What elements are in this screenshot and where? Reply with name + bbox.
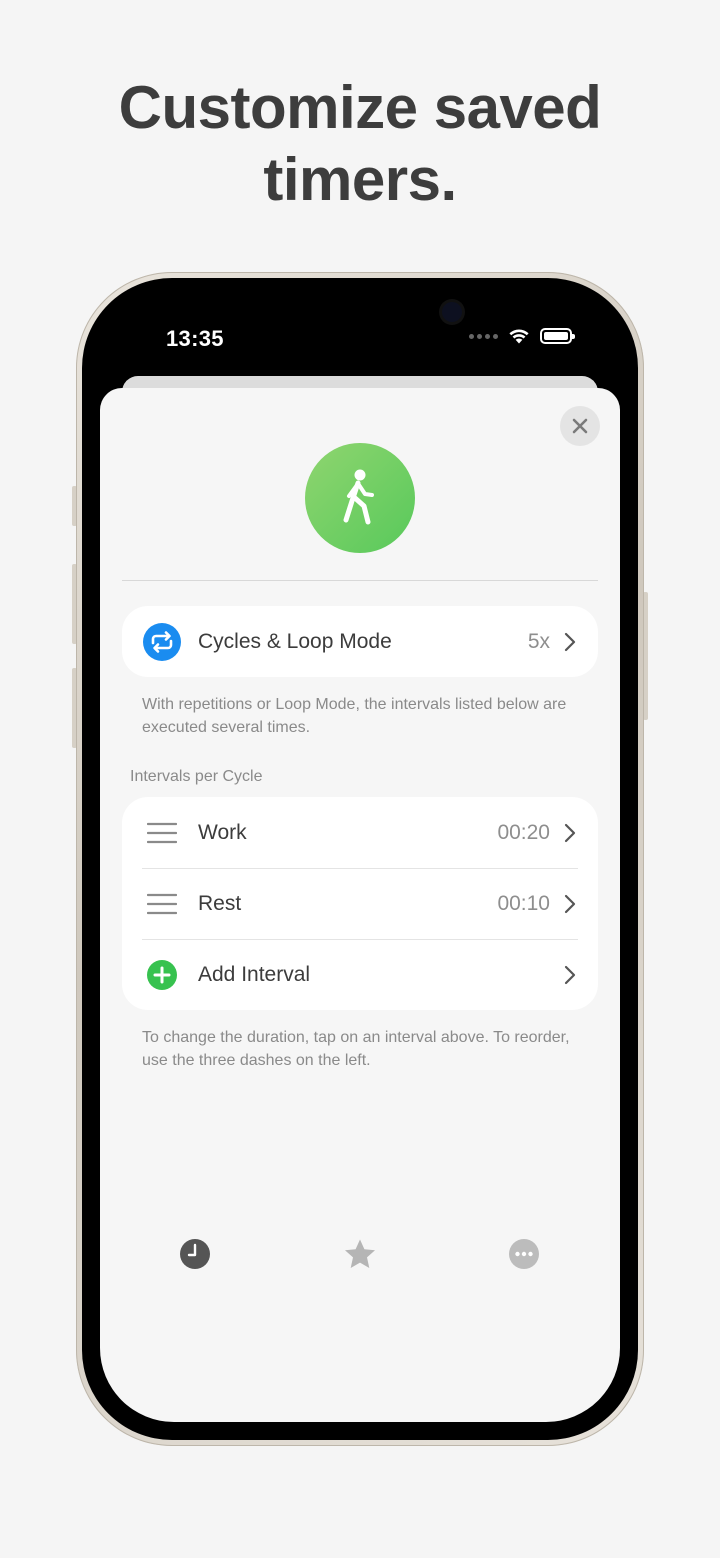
repeat-icon bbox=[143, 622, 181, 661]
cellular-signal-icon bbox=[469, 333, 498, 339]
chevron-right-icon bbox=[564, 823, 578, 843]
timer-icon-button[interactable] bbox=[305, 443, 415, 553]
front-camera bbox=[442, 302, 462, 322]
cycles-value: 5x bbox=[527, 629, 550, 653]
cycles-label: Cycles & Loop Mode bbox=[198, 629, 392, 653]
phone-screen: 13:35 Cycles & Loop Mode 5x With repetit… bbox=[100, 296, 620, 1422]
repeat-icon-badge bbox=[142, 622, 182, 662]
tab-favorites[interactable] bbox=[340, 1234, 380, 1274]
more-icon bbox=[509, 1239, 539, 1269]
tab-timers[interactable] bbox=[175, 1234, 215, 1274]
headline: Customize saved timers. bbox=[0, 72, 720, 216]
interval-row-rest[interactable]: Rest 00:10 bbox=[122, 868, 598, 939]
add-interval-row[interactable]: Add Interval bbox=[122, 939, 598, 1010]
chevron-right-icon bbox=[564, 894, 578, 914]
add-interval-label: Add Interval bbox=[198, 962, 311, 986]
interval-label: Work bbox=[198, 820, 247, 844]
headline-line-1: Customize saved bbox=[118, 74, 602, 141]
interval-row-work[interactable]: Work 00:20 bbox=[122, 797, 598, 868]
tab-bar bbox=[100, 1234, 620, 1274]
status-time: 13:35 bbox=[166, 326, 224, 351]
notch bbox=[262, 296, 462, 338]
interval-duration: 00:20 bbox=[497, 820, 550, 844]
status-icons bbox=[469, 328, 575, 344]
headline-line-2: timers. bbox=[263, 146, 457, 213]
reorder-handle[interactable] bbox=[142, 884, 182, 924]
reorder-handle-icon bbox=[147, 893, 177, 914]
plus-circle-icon bbox=[147, 959, 177, 990]
interval-label: Rest bbox=[198, 891, 242, 915]
cycles-loop-mode-row[interactable]: Cycles & Loop Mode 5x bbox=[122, 606, 598, 677]
intervals-section-header: Intervals per Cycle bbox=[130, 768, 263, 785]
reorder-handle-icon bbox=[147, 822, 177, 843]
clock-icon bbox=[180, 1239, 210, 1269]
wifi-icon bbox=[509, 329, 529, 344]
intervals-note: To change the duration, tap on an interv… bbox=[142, 1029, 570, 1069]
star-icon bbox=[345, 1239, 375, 1268]
add-icon-badge bbox=[142, 955, 182, 995]
cycles-card: Cycles & Loop Mode 5x bbox=[122, 606, 598, 677]
battery-icon bbox=[540, 328, 575, 344]
timer-edit-sheet: Cycles & Loop Mode 5x With repetitions o… bbox=[100, 388, 620, 1422]
reorder-handle[interactable] bbox=[142, 813, 182, 853]
close-icon bbox=[572, 418, 588, 434]
tab-more[interactable] bbox=[504, 1234, 544, 1274]
divider bbox=[122, 580, 598, 581]
cycles-note: With repetitions or Loop Mode, the inter… bbox=[142, 696, 567, 736]
chevron-right-icon bbox=[564, 965, 578, 985]
close-button[interactable] bbox=[560, 406, 600, 446]
intervals-card: Work 00:20 Rest 00:10 Add Interval bbox=[122, 797, 598, 1010]
interval-duration: 00:10 bbox=[497, 891, 550, 915]
walking-figure-icon bbox=[343, 469, 374, 525]
chevron-right-icon bbox=[564, 632, 578, 652]
